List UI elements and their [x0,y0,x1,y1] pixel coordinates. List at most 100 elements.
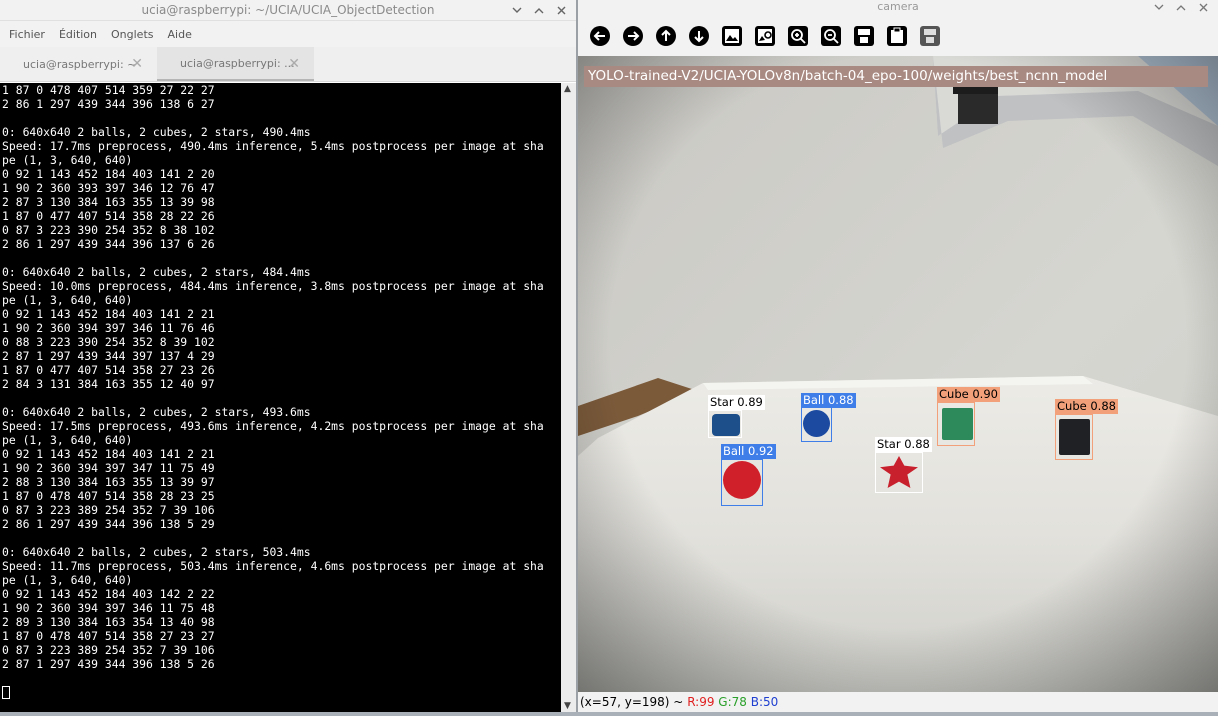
model-path-overlay: YOLO-trained-V2/UCIA-YOLOv8n/batch-04_ep… [584,66,1208,87]
terminal-line: 2 86 1 297 439 344 396 138 6 27 [2,97,215,111]
terminal-line: Speed: 17.7ms preprocess, 490.4ms infere… [2,139,544,153]
detection-box-star [708,410,742,438]
close-icon[interactable] [1192,0,1214,14]
terminal-line: 1 90 2 360 393 397 346 12 76 47 [2,181,215,195]
tab-close-icon[interactable]: ✕ [288,56,300,72]
camera-view[interactable]: Star 0.89 Ball 0.88 Cube 0.90 Cube 0.88 … [578,56,1218,692]
pixel-green: G:78 [718,695,747,709]
terminal-line: Speed: 11.7ms preprocess, 503.4ms infere… [2,559,544,573]
zoom-in-icon[interactable] [783,21,812,50]
forward-arrow-icon[interactable] [618,21,647,50]
detection-label: Star 0.88 [875,437,932,452]
terminal-line: 2 88 3 130 384 163 355 13 39 97 [2,475,215,489]
zoom-out-icon[interactable] [816,21,845,50]
minimize-icon[interactable] [1148,0,1170,14]
detection-label: Cube 0.88 [1055,399,1118,414]
camera-title: camera [877,0,919,13]
terminal-line: 2 86 1 297 439 344 396 138 5 29 [2,517,215,531]
terminal-cursor [2,686,10,699]
menu-bar: Fichier Édition Onglets Aide [0,21,576,47]
terminal-line: 1 90 2 360 394 397 346 11 76 46 [2,321,215,335]
terminal-titlebar[interactable]: ucia@raspberrypi: ~/UCIA/UCIA_ObjectDete… [0,0,576,21]
detection-box-ball [721,459,763,506]
save-icon[interactable] [849,21,878,50]
terminal-line: 1 87 0 478 407 514 358 28 23 25 [2,489,215,503]
menu-onglets[interactable]: Onglets [104,28,160,41]
terminal-line: 1 87 0 477 407 514 358 27 23 26 [2,363,215,377]
menu-aide[interactable]: Aide [161,28,199,41]
terminal-line: 0 87 3 223 389 254 352 7 39 106 [2,643,215,657]
camera-toolbar [585,21,944,50]
tab-close-icon[interactable]: ✕ [131,56,143,72]
terminal-line: 0: 640x640 2 balls, 2 cubes, 2 stars, 49… [2,405,311,419]
terminal-output[interactable]: 1 87 0 478 407 514 359 27 22 27 2 86 1 29… [0,83,561,712]
terminal-line: pe (1, 3, 640, 640) [2,293,133,307]
detection-box-cube [937,402,975,446]
terminal-line: 0 92 1 143 452 184 403 141 2 21 [2,307,215,321]
menu-fichier[interactable]: Fichier [2,28,52,41]
detection-label: Ball 0.88 [801,393,856,408]
terminal-line: 1 87 0 478 407 514 358 27 23 27 [2,629,215,643]
terminal-title: ucia@raspberrypi: ~/UCIA/UCIA_ObjectDete… [141,3,435,17]
terminal-line: Speed: 10.0ms preprocess, 484.4ms infere… [2,279,544,293]
close-icon[interactable] [550,0,572,20]
terminal-line: pe (1, 3, 640, 640) [2,153,133,167]
image-icon[interactable] [717,21,746,50]
detection-label: Ball 0.92 [721,444,776,459]
camera-scene [578,56,1218,692]
maximize-icon[interactable] [1170,0,1192,14]
terminal-line: 0 87 3 223 390 254 352 8 38 102 [2,223,215,237]
save-to-device-icon[interactable] [915,21,944,50]
terminal-line: pe (1, 3, 640, 640) [2,573,133,587]
terminal-line: 2 87 1 297 439 344 396 138 5 26 [2,657,215,671]
image-settings-icon[interactable] [750,21,779,50]
terminal-line: 0 88 3 223 390 254 352 8 39 102 [2,335,215,349]
terminal-line: 2 84 3 131 384 163 355 12 40 97 [2,377,215,391]
terminal-line: 2 86 1 297 439 344 396 137 6 26 [2,237,215,251]
terminal-line: 0 92 1 143 452 184 403 141 2 21 [2,447,215,461]
terminal-line: 0 87 3 223 389 254 352 7 39 106 [2,503,215,517]
tab-bar: ucia@raspberrypi: ~ ✕ ucia@raspberrypi: … [0,47,576,82]
terminal-line: 0: 640x640 2 balls, 2 cubes, 2 stars, 50… [2,545,311,559]
taskbar-edge [0,712,1218,716]
terminal-line: 2 87 1 297 439 344 397 137 4 29 [2,349,215,363]
terminal-line: 1 87 0 478 407 514 359 27 22 27 [2,83,215,97]
tab-terminal-1[interactable]: ucia@raspberrypi: ~ ✕ [0,47,157,81]
terminal-window: ucia@raspberrypi: ~/UCIA/UCIA_ObjectDete… [0,0,576,716]
pixel-red: R:99 [687,695,715,709]
scroll-up-icon[interactable]: ▲ [564,84,571,94]
back-arrow-icon[interactable] [585,21,614,50]
terminal-line: 0 92 1 143 452 184 403 142 2 22 [2,587,215,601]
maximize-icon[interactable] [528,0,550,20]
terminal-line: 1 90 2 360 394 397 346 11 75 48 [2,601,215,615]
tab-terminal-2[interactable]: ucia@raspberrypi: ... ✕ [157,47,314,81]
terminal-line: 1 87 0 477 407 514 358 28 22 26 [2,209,215,223]
terminal-scrollbar[interactable]: ▲ ▼ [561,83,576,712]
terminal-line: 0: 640x640 2 balls, 2 cubes, 2 stars, 48… [2,265,311,279]
terminal-line: 0: 640x640 2 balls, 2 cubes, 2 stars, 49… [2,125,311,139]
status-bar: (x=57, y=198) ~ R:99 G:78 B:50 [578,692,1218,712]
terminal-line: 2 89 3 130 384 163 354 13 40 98 [2,615,215,629]
terminal-line: 1 90 2 360 394 397 347 11 75 49 [2,461,215,475]
down-arrow-icon[interactable] [684,21,713,50]
pixel-blue: B:50 [750,695,779,709]
minimize-icon[interactable] [506,0,528,20]
up-arrow-icon[interactable] [651,21,680,50]
menu-edition[interactable]: Édition [52,28,104,41]
terminal-line: Speed: 17.5ms preprocess, 493.6ms infere… [2,419,544,433]
clipboard-icon[interactable] [882,21,911,50]
detection-box-cube [1055,414,1093,460]
detection-box-star [875,452,923,493]
detection-box-ball [801,407,832,442]
tab-label: ucia@raspberrypi: ... [180,56,295,70]
detection-label: Star 0.89 [708,395,765,410]
scroll-down-icon[interactable]: ▼ [564,701,571,711]
terminal-line: 0 92 1 143 452 184 403 141 2 20 [2,167,215,181]
tab-label: ucia@raspberrypi: ~ [23,57,137,71]
camera-window: camera Star 0.89 Ball 0.88 Cube 0.90 Cub… [578,0,1218,716]
terminal-line: 2 87 3 130 384 163 355 13 39 98 [2,195,215,209]
